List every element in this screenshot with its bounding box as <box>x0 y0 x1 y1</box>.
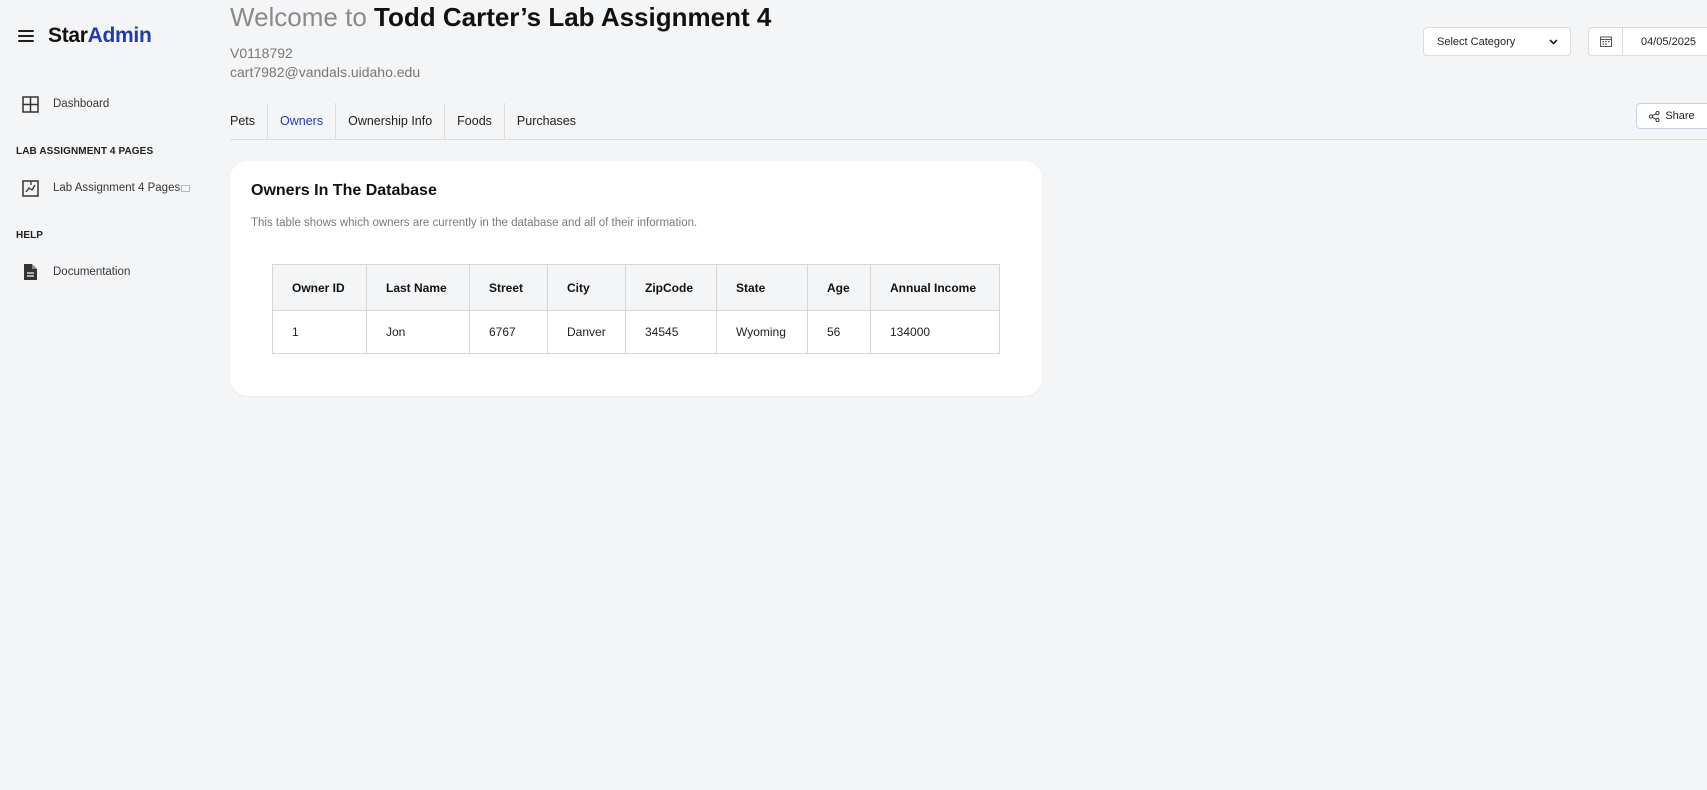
share-button[interactable]: Share <box>1636 103 1707 129</box>
owners-table: Owner ID Last Name Street City ZipCode S… <box>272 264 1000 354</box>
table-row: 1 Jon 6767 Danver 34545 Wyoming 56 13400… <box>272 310 1000 354</box>
sidebar-section-heading: LAB ASSIGNMENT 4 PAGES <box>16 146 154 157</box>
date-picker[interactable]: 04/05/2025 <box>1588 27 1707 56</box>
sidebar-item-documentation[interactable]: Documentation <box>20 262 130 282</box>
card-title: Owners In The Database <box>251 182 437 199</box>
calendar-icon[interactable] <box>1589 28 1623 55</box>
tab-bar: Pets Owners Ownership Info Foods Purchas… <box>230 103 588 139</box>
welcome-name: Todd Carter’s Lab Assignment 4 <box>374 2 772 32</box>
sidebar-item-dashboard[interactable]: Dashboard <box>20 94 109 114</box>
table-cell: 134000 <box>870 310 1000 354</box>
column-header: City <box>547 264 626 311</box>
column-header: Annual Income <box>870 264 1000 311</box>
table-cell: 1 <box>272 310 367 354</box>
brand: StarAdmin <box>18 24 152 48</box>
student-email: cart7982@vandals.uidaho.edu <box>230 64 421 80</box>
column-header: Street <box>469 264 548 311</box>
chevron-down-icon <box>1549 36 1558 48</box>
floor-plan-icon <box>20 178 40 198</box>
sidebar-section-heading: HELP <box>16 230 44 241</box>
table-cell: Danver <box>547 310 626 354</box>
document-icon <box>20 262 40 282</box>
column-header: Age <box>807 264 871 311</box>
card-description: This table shows which owners are curren… <box>251 217 698 229</box>
logo[interactable]: StarAdmin <box>48 24 152 48</box>
logo-admin: Admin <box>87 24 152 47</box>
category-select-label: Select Category <box>1437 35 1516 48</box>
student-id: V0118792 <box>230 45 293 61</box>
category-select[interactable]: Select Category <box>1423 27 1571 56</box>
sidebar-item-label: Lab Assignment 4 Pages <box>53 182 181 194</box>
sidebar-item-lab-pages[interactable]: Lab Assignment 4 Pages <box>20 178 191 198</box>
sidebar: StarAdmin Dashboard LAB ASSIGNMENT 4 PAG… <box>0 0 215 790</box>
sidebar-item-label: Documentation <box>53 266 131 278</box>
column-header: State <box>716 264 808 311</box>
menu-toggle-icon[interactable] <box>18 30 34 42</box>
collapse-indicator-icon[interactable] <box>181 184 191 192</box>
share-label: Share <box>1665 110 1695 122</box>
column-header: Last Name <box>366 264 470 311</box>
tab-pets[interactable]: Pets <box>230 103 269 139</box>
table-cell: 34545 <box>625 310 717 354</box>
column-header: Owner ID <box>272 264 367 311</box>
tab-owners[interactable]: Owners <box>268 103 337 139</box>
column-header: ZipCode <box>625 264 717 311</box>
table-cell: Wyoming <box>716 310 808 354</box>
page-title: Welcome to Todd Carter’s Lab Assignment … <box>230 2 771 33</box>
tab-ownership-info[interactable]: Ownership Info <box>336 103 446 139</box>
table-header-row: Owner ID Last Name Street City ZipCode S… <box>272 264 1000 311</box>
date-input[interactable]: 04/05/2025 <box>1623 36 1696 48</box>
sidebar-item-label: Dashboard <box>53 98 110 110</box>
tab-purchases[interactable]: Purchases <box>505 103 588 139</box>
owners-card: Owners In The Database This table shows … <box>230 161 1042 396</box>
tabs-divider <box>230 139 1707 140</box>
welcome-prefix: Welcome to <box>230 2 375 32</box>
table-cell: Jon <box>366 310 470 354</box>
logo-star: Star <box>48 24 88 47</box>
tab-foods[interactable]: Foods <box>445 103 505 139</box>
table-cell: 6767 <box>469 310 548 354</box>
grid-icon <box>20 94 40 114</box>
table-cell: 56 <box>807 310 871 354</box>
share-icon <box>1649 110 1660 122</box>
